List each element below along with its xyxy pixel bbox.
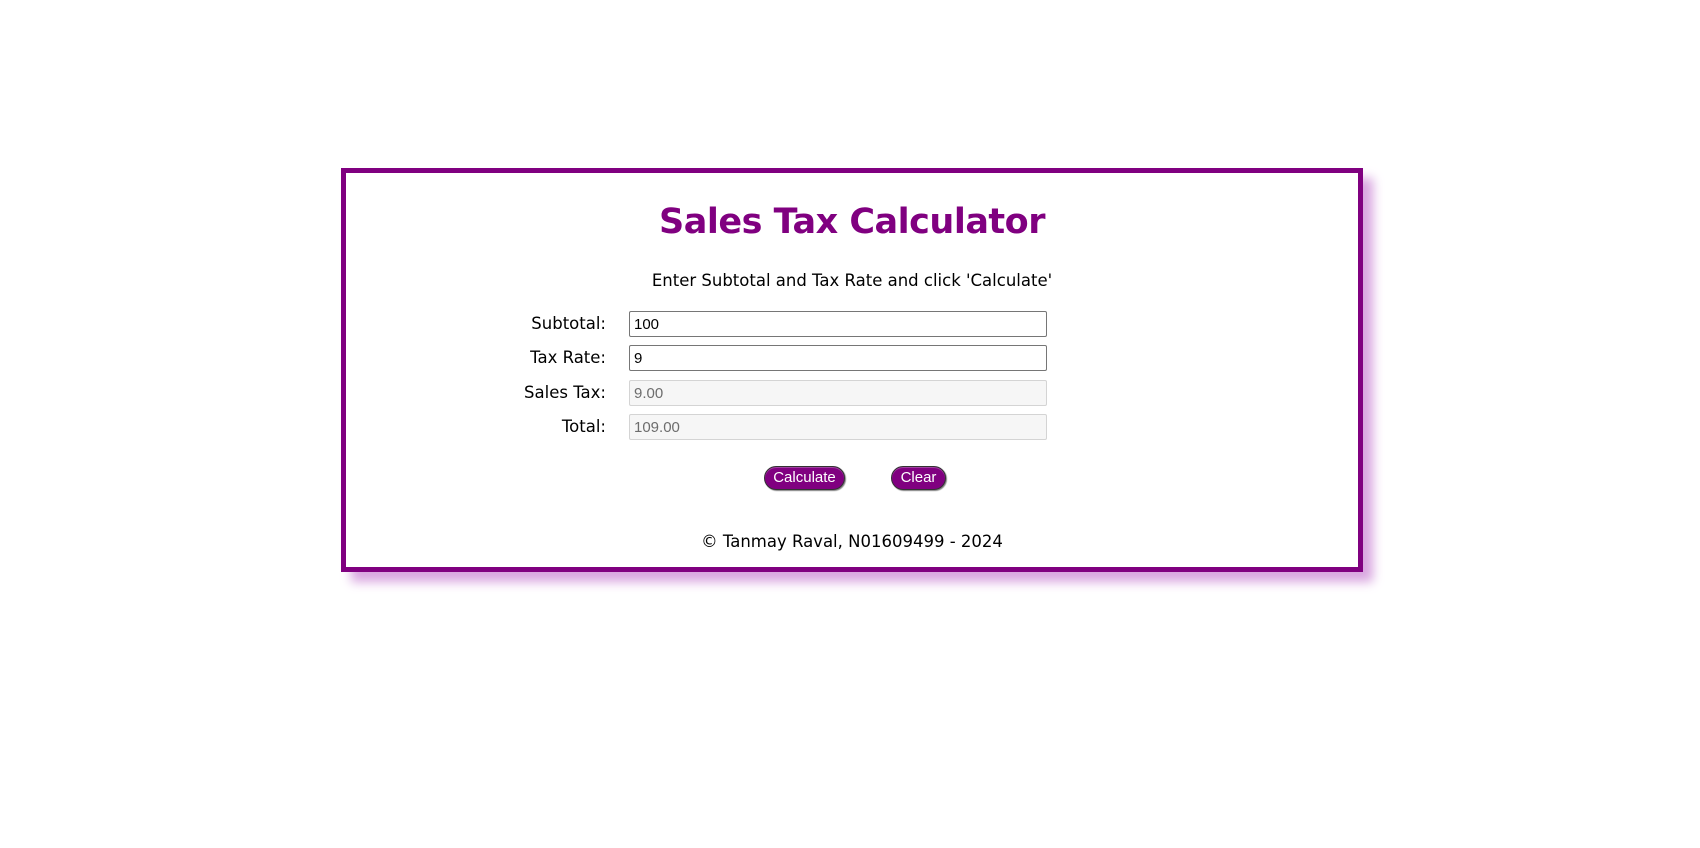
total-row: Total: [346,414,1358,440]
copyright-footer: © Tanmay Raval, N01609499 - 2024 [701,532,1003,551]
subtotal-label: Subtotal: [531,314,606,333]
total-label: Total: [561,417,606,436]
subtotal-row: Subtotal: [346,311,1358,337]
page: Sales Tax Calculator Enter Subtotal and … [0,0,1700,848]
sales-tax-label: Sales Tax: [524,383,606,402]
sales-tax-row: Sales Tax: [346,380,1358,406]
instructions-text: Enter Subtotal and Tax Rate and click 'C… [651,271,1053,290]
calculate-button[interactable]: Calculate [764,466,845,490]
tax-rate-input[interactable] [629,345,1047,371]
calculator-panel: Sales Tax Calculator Enter Subtotal and … [341,168,1363,572]
tax-rate-label: Tax Rate: [530,348,606,367]
sales-tax-output [629,380,1047,406]
subtotal-input[interactable] [629,311,1047,337]
tax-rate-row: Tax Rate: [346,345,1358,371]
clear-button[interactable]: Clear [891,466,946,490]
total-output [629,414,1047,440]
page-title: Sales Tax Calculator [659,202,1045,242]
